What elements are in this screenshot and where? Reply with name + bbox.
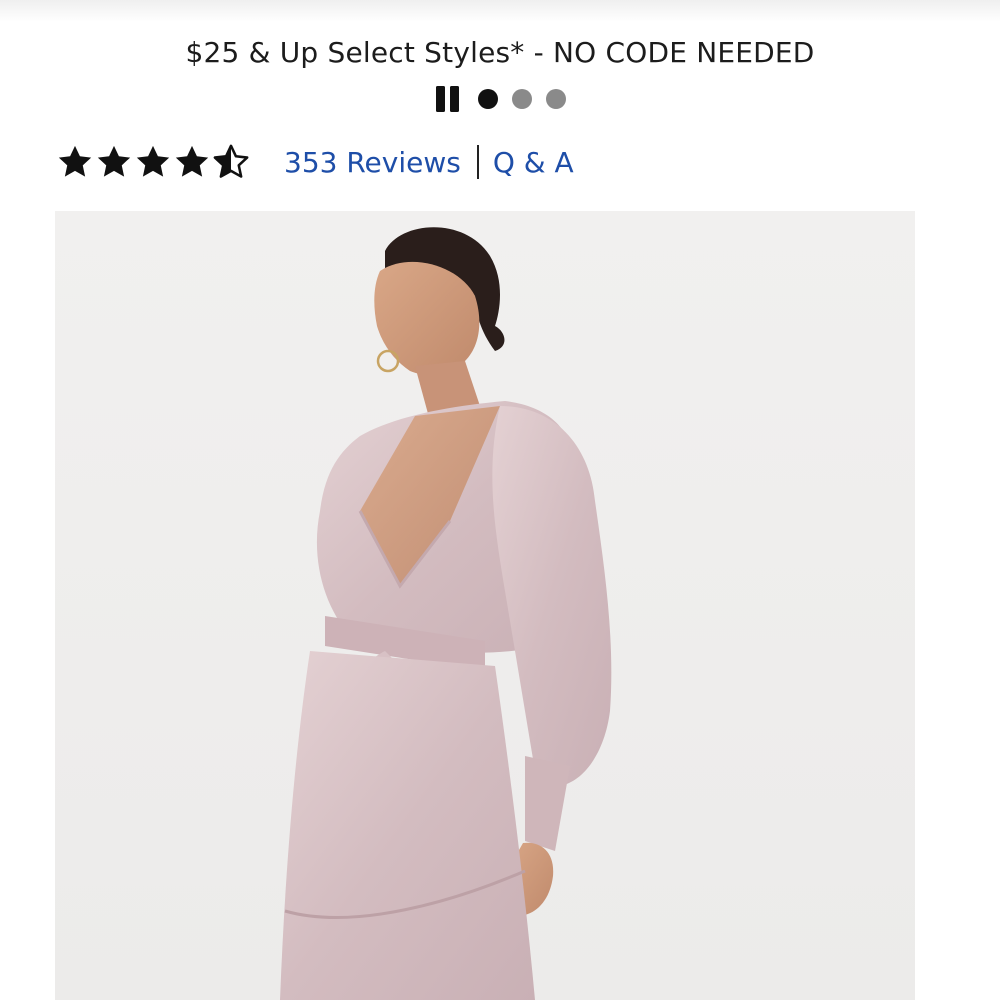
rating-row: 353 Reviews Q & A [56, 140, 574, 184]
star-full-icon [136, 145, 170, 177]
header-shadow [0, 0, 1000, 22]
star-half-icon [213, 144, 249, 178]
model-illustration [280, 227, 612, 1000]
promo-banner-text[interactable]: $25 & Up Select Styles* - NO CODE NEEDED [0, 36, 1000, 69]
pause-icon [436, 86, 459, 112]
carousel-dot-3[interactable] [546, 89, 566, 109]
divider [476, 145, 479, 179]
reviews-link[interactable]: 353 Reviews [284, 146, 461, 179]
promo-carousel-controls [0, 85, 1000, 113]
qa-link[interactable]: Q & A [493, 146, 574, 179]
star-full-icon [175, 145, 209, 177]
star-full-icon [58, 145, 92, 177]
pause-button[interactable] [434, 85, 462, 113]
carousel-dot-2[interactable] [512, 89, 532, 109]
carousel-dot-1[interactable] [478, 89, 498, 109]
star-full-icon [97, 145, 131, 177]
star-rating[interactable] [56, 143, 250, 181]
product-image[interactable] [55, 211, 915, 1000]
